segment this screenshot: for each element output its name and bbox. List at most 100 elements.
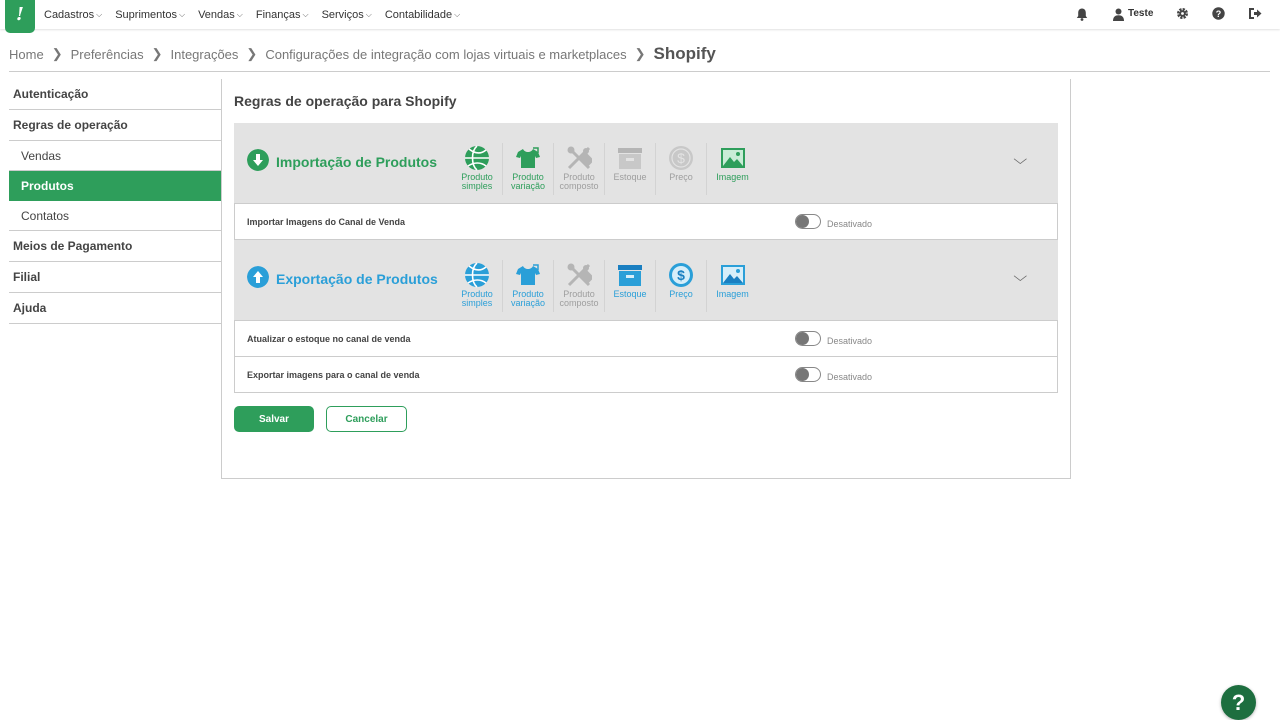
- import-section-title: Importação de Produtos: [276, 154, 438, 170]
- export-type-estoque[interactable]: Estoque: [605, 260, 656, 312]
- sidebar-item-vendas[interactable]: Vendas: [9, 141, 221, 171]
- export-type-produto-composto[interactable]: Produto composto: [554, 260, 605, 312]
- user-name[interactable]: Teste: [1128, 8, 1153, 19]
- svg-text:?: ?: [1216, 9, 1222, 19]
- user-icon[interactable]: [1113, 8, 1124, 21]
- menu-label: Vendas: [198, 8, 235, 21]
- toggle-status: Desativado: [827, 336, 873, 346]
- export-section-header[interactable]: Exportação de Produtos Produto simples Pr…: [234, 240, 1058, 320]
- chevron-down-icon: ⌵: [365, 9, 372, 19]
- tools-icon: [567, 263, 592, 287]
- breadcrumb: Home ❯ Preferências ❯ Integrações ❯ Conf…: [9, 44, 716, 64]
- image-icon: [720, 265, 745, 285]
- type-label: composto: [559, 298, 599, 308]
- row-label: Exportar imagens para o canal de venda: [247, 370, 420, 380]
- import-type-preco[interactable]: $ Preço: [656, 143, 707, 195]
- dollar-icon: $: [669, 146, 693, 170]
- import-type-imagem[interactable]: Imagem: [707, 143, 758, 195]
- menu-suprimentos[interactable]: Suprimentos ⌵: [115, 9, 185, 21]
- toggle-switch[interactable]: [795, 331, 821, 346]
- breadcrumb-preferencias[interactable]: Preferências: [71, 47, 144, 62]
- menu-label: Suprimentos: [115, 8, 177, 21]
- menu-vendas[interactable]: Vendas ⌵: [198, 9, 243, 21]
- type-label: Estoque: [613, 289, 647, 299]
- gear-icon[interactable]: [1176, 7, 1189, 20]
- bell-icon[interactable]: [1076, 8, 1088, 21]
- ball-icon: [465, 262, 489, 288]
- import-type-produto-variacao[interactable]: Produto variação: [503, 143, 554, 195]
- sidebar-item-produtos[interactable]: Produtos: [9, 171, 221, 201]
- app-logo[interactable]: !: [5, 0, 35, 33]
- help-floating-button[interactable]: ?: [1221, 685, 1256, 720]
- type-label: Imagem: [716, 172, 749, 182]
- logout-icon[interactable]: [1249, 8, 1262, 19]
- svg-text:$: $: [677, 150, 685, 166]
- toggle-status: Desativado: [827, 372, 873, 382]
- export-row-imagens: Exportar imagens para o canal de venda D…: [234, 356, 1058, 393]
- export-type-produto-simples[interactable]: Produto simples: [452, 260, 503, 312]
- upload-arrow-icon: [247, 266, 269, 288]
- chevron-right-icon: ❯: [151, 46, 163, 61]
- type-label: Preço: [669, 289, 693, 299]
- ball-icon: [465, 145, 489, 171]
- type-label: variação: [510, 298, 546, 308]
- menu-servicos[interactable]: Serviços ⌵: [322, 9, 372, 21]
- row-label: Atualizar o estoque no canal de venda: [247, 334, 411, 344]
- menu-label: Contabilidade: [384, 8, 453, 21]
- chevron-down-icon: ⌵: [302, 9, 309, 19]
- import-type-estoque[interactable]: Estoque: [605, 143, 656, 195]
- type-label: variação: [510, 181, 546, 191]
- breadcrumb-home[interactable]: Home: [9, 47, 44, 62]
- breadcrumb-integracoes[interactable]: Integrações: [170, 47, 238, 62]
- save-button[interactable]: Salvar: [234, 406, 314, 432]
- export-type-preco[interactable]: $ Preço: [656, 260, 707, 312]
- toggle-switch[interactable]: [795, 367, 821, 382]
- row-label: Importar Imagens do Canal de Venda: [247, 217, 406, 227]
- chevron-down-icon: ⌵: [236, 9, 243, 19]
- import-type-produto-composto[interactable]: Produto composto: [554, 143, 605, 195]
- import-type-produto-simples[interactable]: Produto simples: [452, 143, 503, 195]
- main-panel: Regras de operação para Shopify Importaç…: [221, 79, 1071, 479]
- type-label: simples: [461, 181, 493, 191]
- export-section-title: Exportação de Produtos: [276, 271, 438, 287]
- chevron-right-icon: ❯: [246, 46, 258, 61]
- sidebar-item-contatos[interactable]: Contatos: [9, 201, 221, 231]
- type-label: simples: [461, 298, 493, 308]
- toggle-knob: [796, 332, 809, 345]
- type-label: composto: [559, 181, 599, 191]
- chevron-down-icon: ⌵: [96, 9, 103, 19]
- menu-cadastros[interactable]: Cadastros ⌵: [44, 9, 102, 21]
- svg-text:$: $: [677, 267, 685, 283]
- menu-label: Finanças: [255, 8, 301, 21]
- menu-label: Cadastros: [44, 8, 95, 21]
- chevron-down-icon[interactable]: ⌵: [1013, 268, 1027, 285]
- chevron-down-icon: ⌵: [178, 9, 186, 19]
- sidebar-item-regras-de-operacao[interactable]: Regras de operação: [9, 110, 221, 141]
- export-row-estoque: Atualizar o estoque no canal de venda De…: [234, 320, 1058, 357]
- toggle-knob: [796, 215, 809, 228]
- toggle-knob: [796, 368, 809, 381]
- toggle-status: Desativado: [827, 219, 873, 229]
- breadcrumb-configuracoes[interactable]: Configurações de integração com lojas vi…: [265, 47, 626, 62]
- menu-contabilidade[interactable]: Contabilidade ⌵: [385, 9, 460, 21]
- export-type-imagem[interactable]: Imagem: [707, 260, 758, 312]
- chevron-right-icon: ❯: [51, 46, 63, 61]
- dollar-icon: $: [669, 263, 693, 287]
- toggle-switch[interactable]: [795, 214, 821, 229]
- sidebar-item-meios-de-pagamento[interactable]: Meios de Pagamento: [9, 231, 221, 262]
- main-menu: Cadastros ⌵ Suprimentos ⌵ Vendas ⌵ Finanças…: [44, 0, 473, 29]
- import-section-header[interactable]: Importação de Produtos Produto simples Pr…: [234, 123, 1058, 203]
- cancel-button[interactable]: Cancelar: [326, 406, 407, 432]
- menu-financas[interactable]: Finanças ⌵: [256, 9, 309, 21]
- sidebar: Autenticação Regras de operação Vendas P…: [9, 79, 221, 324]
- help-icon[interactable]: ?: [1212, 7, 1225, 20]
- breadcrumb-current: Shopify: [653, 44, 716, 63]
- export-type-list: Produto simples Produto variação Produto co…: [452, 260, 758, 312]
- export-type-produto-variacao[interactable]: Produto variação: [503, 260, 554, 312]
- sidebar-item-filial[interactable]: Filial: [9, 262, 221, 293]
- chevron-down-icon[interactable]: ⌵: [1013, 151, 1027, 168]
- sidebar-item-autenticacao[interactable]: Autenticação: [9, 79, 221, 110]
- image-icon: [720, 148, 745, 168]
- page-title: Regras de operação para Shopify: [234, 93, 457, 109]
- sidebar-item-ajuda[interactable]: Ajuda: [9, 293, 221, 324]
